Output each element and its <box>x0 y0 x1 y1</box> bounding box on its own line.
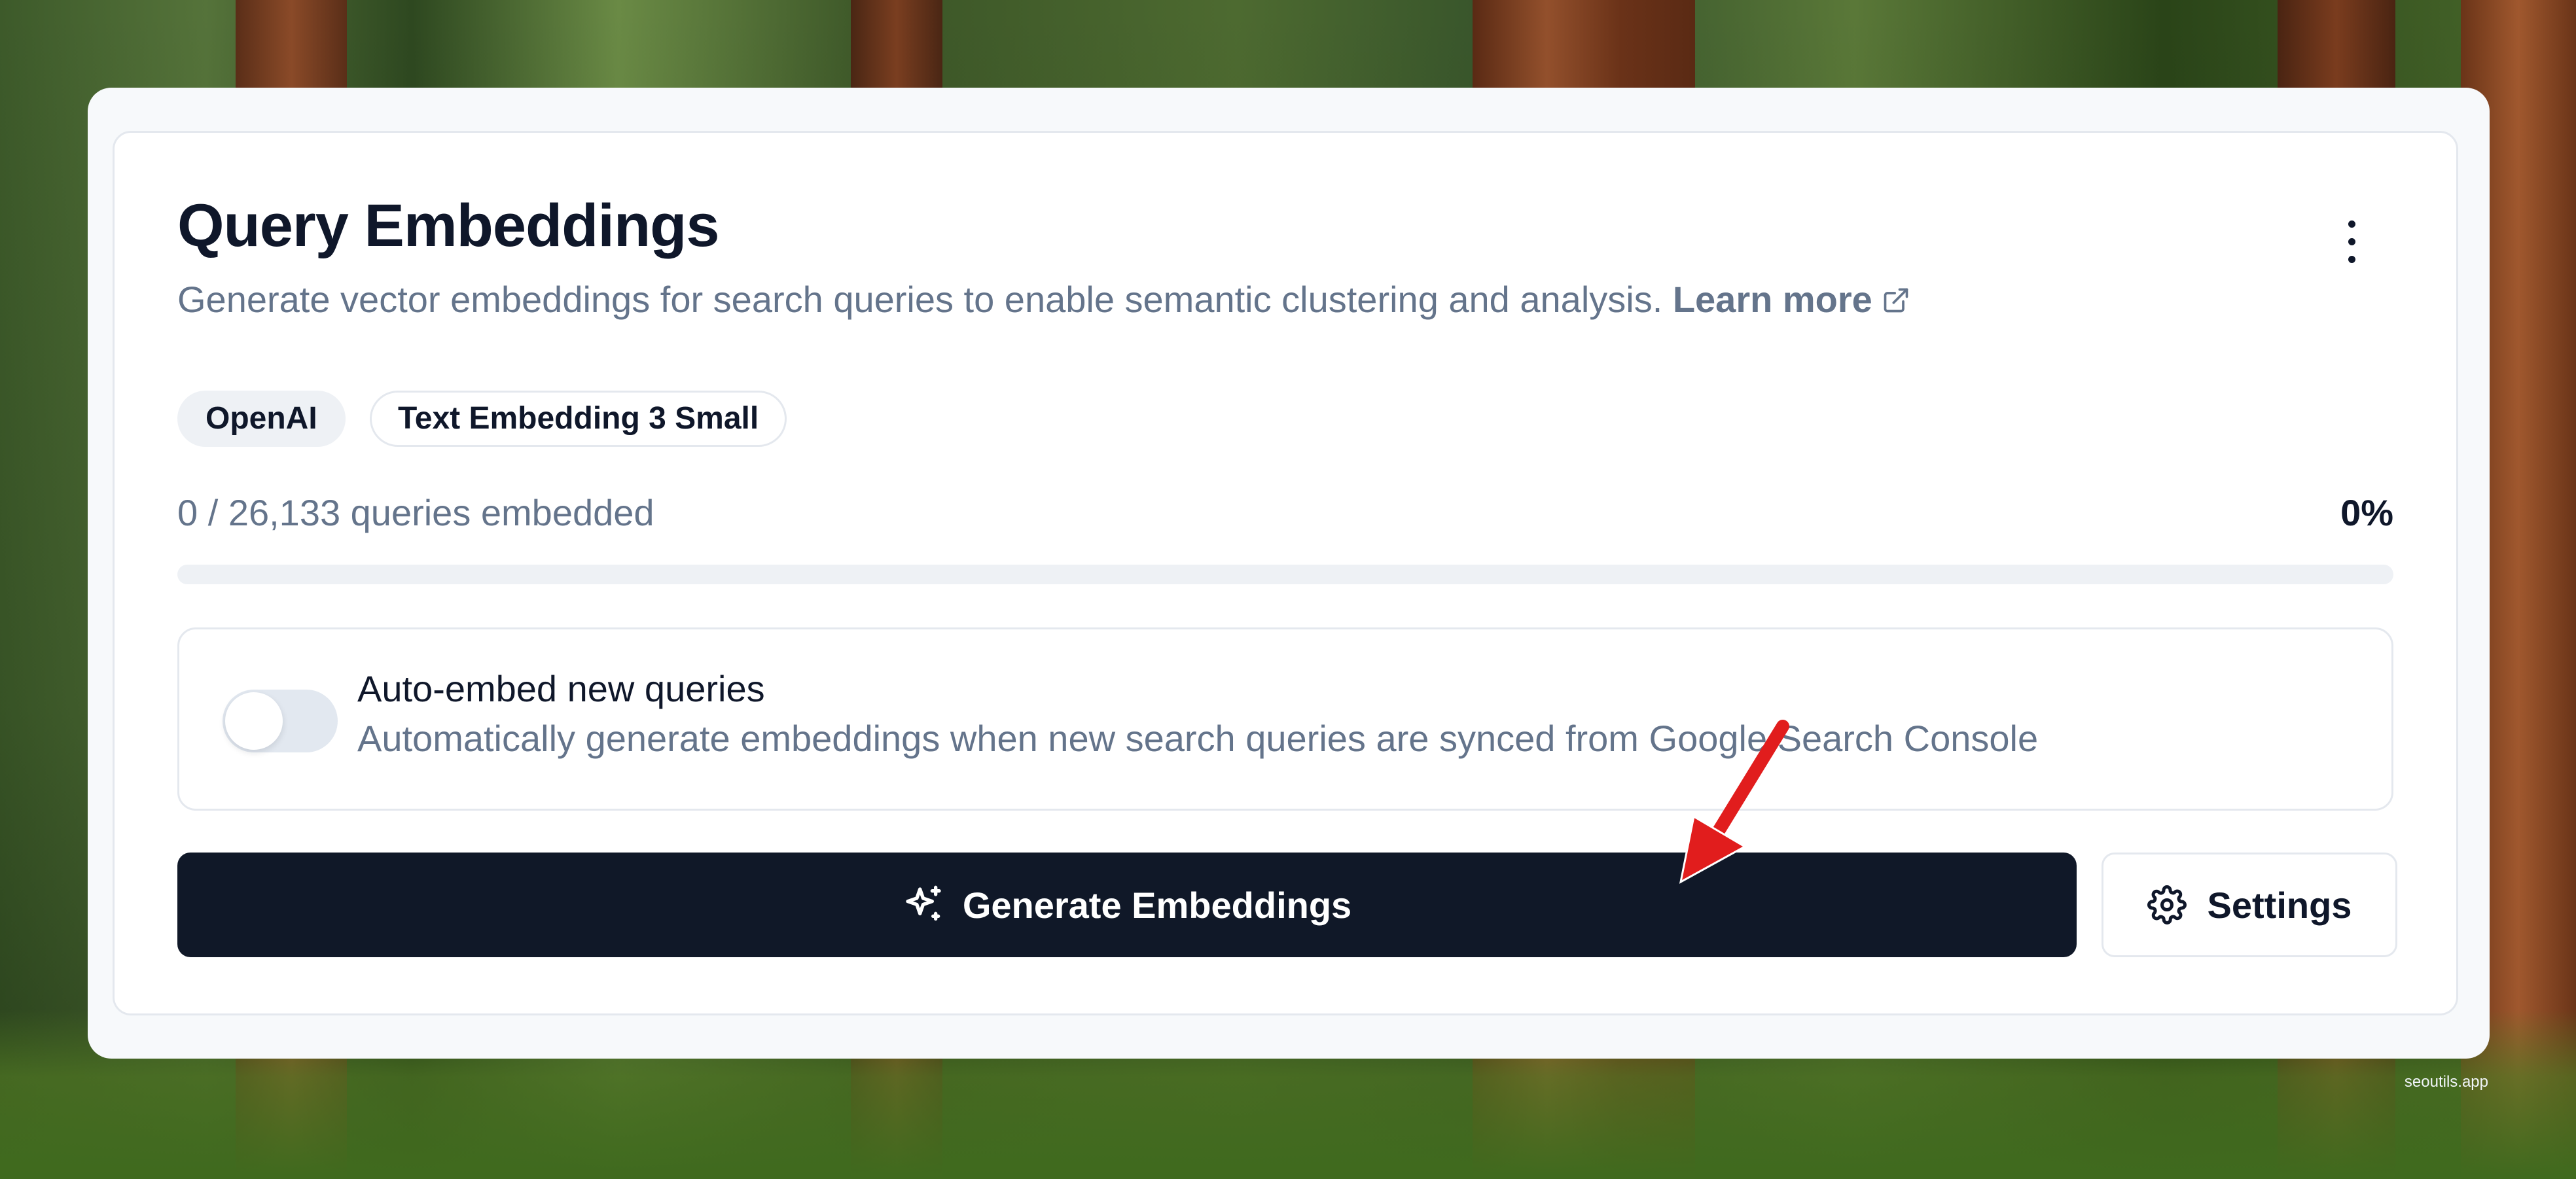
settings-button[interactable]: Settings <box>2102 853 2397 957</box>
auto-embed-panel: Auto-embed new queries Automatically gen… <box>177 627 2393 811</box>
watermark: seoutils.app <box>2404 1073 2488 1091</box>
model-badge: Text Embedding 3 Small <box>370 391 787 447</box>
provider-badge: OpenAI <box>177 391 346 447</box>
settings-label: Settings <box>2207 884 2352 926</box>
card-description: Generate vector embeddings for search qu… <box>177 278 1910 321</box>
embeddings-card: Query Embeddings Generate vector embeddi… <box>113 131 2458 1015</box>
more-options-icon[interactable] <box>2338 219 2365 265</box>
description-text: Generate vector embeddings for search qu… <box>177 279 1663 320</box>
sparkles-icon <box>906 885 941 921</box>
external-link-icon <box>1884 288 1908 313</box>
page-title: Query Embeddings <box>177 192 719 259</box>
generate-embeddings-label: Generate Embeddings <box>962 884 1352 926</box>
annotation-arrow-icon <box>1679 720 1789 884</box>
progress-label: 0 / 26,133 queries embedded <box>177 492 654 533</box>
progress-bar <box>177 565 2393 584</box>
progress-percent: 0% <box>2340 492 2393 533</box>
learn-more-link[interactable]: Learn more <box>1673 279 1910 320</box>
auto-embed-toggle[interactable] <box>223 690 338 752</box>
toggle-knob <box>225 692 283 750</box>
learn-more-label: Learn more <box>1672 279 1872 320</box>
outer-card: Query Embeddings Generate vector embeddi… <box>88 88 2490 1059</box>
auto-embed-title: Auto-embed new queries <box>357 668 765 709</box>
gear-icon <box>2147 885 2187 924</box>
